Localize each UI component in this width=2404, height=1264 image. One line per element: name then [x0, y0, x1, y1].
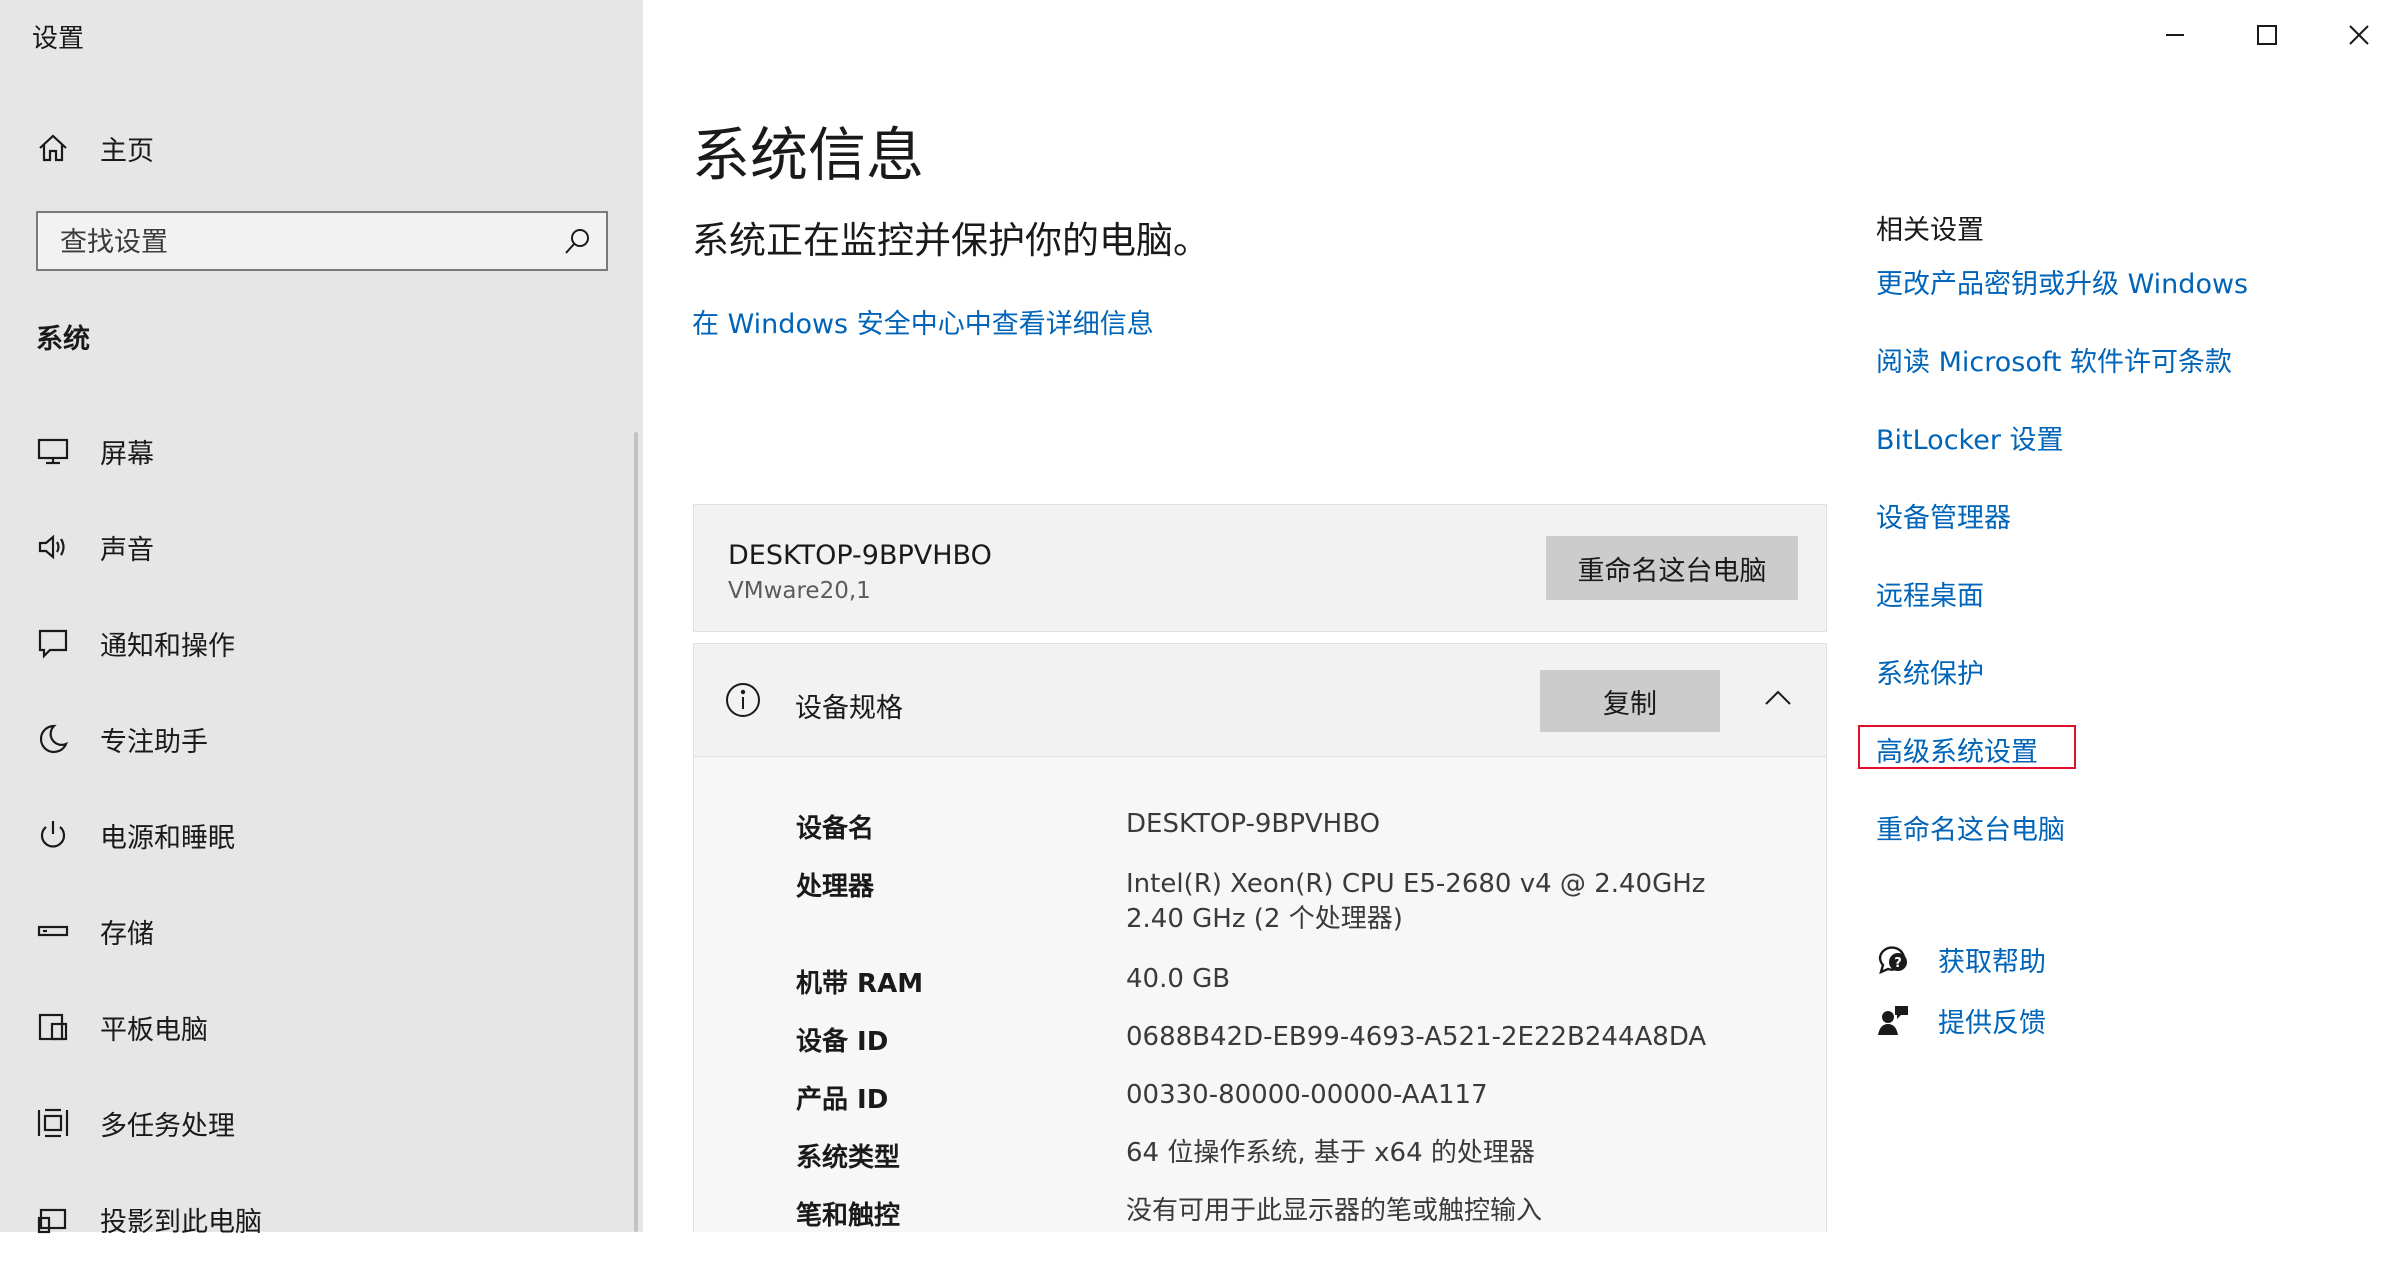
- spec-label-system-type: 系统类型: [796, 1143, 901, 1173]
- sidebar-item-label: 电源和睡眠: [100, 822, 235, 854]
- device-specs-title: 设备规格: [795, 693, 903, 724]
- spec-value-product-id: 00330-80000-00000-AA117: [1126, 1080, 1488, 1110]
- page-subtitle: 系统正在监控并保护你的电脑。: [692, 219, 1210, 262]
- help-icon: ?: [1878, 946, 1907, 975]
- change-product-key-link[interactable]: 更改产品密钥或升级 Windows: [1876, 262, 2248, 301]
- give-feedback-link[interactable]: 提供反馈: [1938, 1001, 2046, 1040]
- copy-button[interactable]: 复制: [1540, 670, 1720, 732]
- spec-value-device-name: DESKTOP-9BPVHBO: [1126, 809, 1381, 839]
- sidebar-scrollbar[interactable]: [634, 432, 638, 1232]
- get-help-row[interactable]: ? 获取帮助: [1876, 942, 2046, 978]
- sidebar-item-notifications[interactable]: 通知和操作: [0, 598, 643, 688]
- spec-value-processor-speed: 2.40 GHz (2 个处理器): [1126, 904, 1403, 934]
- search-input[interactable]: [58, 221, 562, 263]
- spec-label-device-name: 设备名: [796, 814, 875, 844]
- minimize-button[interactable]: [2130, 10, 2220, 60]
- sidebar-item-power[interactable]: 电源和睡眠: [0, 790, 643, 880]
- sidebar-item-home[interactable]: 主页: [0, 103, 643, 193]
- sidebar-item-label: 存储: [100, 918, 154, 950]
- spec-value-device-id: 0688B42D-EB99-4693-A521-2E22B244A8DA: [1126, 1022, 1707, 1052]
- spec-label-device-id: 设备 ID: [796, 1027, 889, 1057]
- sidebar-item-label: 主页: [100, 135, 154, 167]
- chevron-up-icon[interactable]: [1760, 684, 1796, 710]
- get-help-link[interactable]: 获取帮助: [1938, 940, 2046, 979]
- give-feedback-row[interactable]: 提供反馈: [1876, 1003, 2046, 1039]
- moon-icon: [34, 720, 72, 758]
- related-settings-heading: 相关设置: [1876, 215, 1984, 246]
- speaker-icon: [34, 528, 72, 566]
- notification-icon: [34, 624, 72, 662]
- sidebar-item-label: 声音: [100, 534, 154, 566]
- sidebar-item-tablet[interactable]: 平板电脑: [0, 982, 643, 1072]
- rename-pc-link[interactable]: 重命名这台电脑: [1876, 808, 2065, 847]
- sidebar-item-label: 投影到此电脑: [100, 1206, 262, 1238]
- project-icon: [34, 1200, 72, 1238]
- search-icon[interactable]: [562, 227, 592, 257]
- sidebar-item-sound[interactable]: 声音: [0, 502, 643, 592]
- sidebar-item-label: 专注助手: [100, 726, 208, 758]
- sidebar-item-focus-assist[interactable]: 专注助手: [0, 694, 643, 784]
- sidebar-item-storage[interactable]: 存储: [0, 886, 643, 976]
- spec-value-processor: Intel(R) Xeon(R) CPU E5-2680 v4 @ 2.40GH…: [1126, 869, 1706, 899]
- multitask-icon: [34, 1104, 72, 1142]
- page-title: 系统信息: [692, 121, 925, 189]
- pc-model: VMware20,1: [728, 578, 871, 604]
- search-box[interactable]: [36, 211, 608, 271]
- spec-label-processor: 处理器: [796, 872, 875, 902]
- home-icon: [34, 129, 72, 167]
- storage-icon: [34, 912, 72, 950]
- info-icon: [726, 683, 760, 717]
- rename-pc-button[interactable]: 重命名这台电脑: [1546, 536, 1798, 600]
- sidebar-item-label: 多任务处理: [100, 1110, 235, 1142]
- maximize-icon: [2257, 25, 2277, 45]
- security-center-link[interactable]: 在 Windows 安全中心中查看详细信息: [692, 302, 1154, 341]
- highlight-box: [1858, 725, 2076, 769]
- spec-label-product-id: 产品 ID: [796, 1085, 889, 1115]
- power-icon: [34, 816, 72, 854]
- section-heading: 系统: [36, 324, 90, 355]
- remote-desktop-link[interactable]: 远程桌面: [1876, 574, 1984, 613]
- spec-value-system-type: 64 位操作系统, 基于 x64 的处理器: [1126, 1138, 1535, 1168]
- bitlocker-settings-link[interactable]: BitLocker 设置: [1876, 418, 2064, 457]
- close-button[interactable]: [2314, 10, 2404, 60]
- system-protection-link[interactable]: 系统保护: [1876, 652, 1984, 691]
- spec-label-pen-touch: 笔和触控: [796, 1201, 901, 1231]
- spec-value-ram: 40.0 GB: [1126, 964, 1231, 994]
- pc-name: DESKTOP-9BPVHBO: [728, 540, 992, 571]
- window-title: 设置: [32, 24, 85, 54]
- maximize-button[interactable]: [2222, 10, 2312, 60]
- device-manager-link[interactable]: 设备管理器: [1876, 496, 2011, 535]
- sidebar-item-label: 平板电脑: [100, 1014, 208, 1046]
- sidebar-item-label: 通知和操作: [100, 630, 235, 662]
- sidebar-item-multitasking[interactable]: 多任务处理: [0, 1078, 643, 1168]
- sidebar-item-label: 屏幕: [100, 438, 154, 470]
- feedback-icon: [1878, 1006, 1908, 1035]
- spec-value-pen-touch: 没有可用于此显示器的笔或触控输入: [1126, 1196, 1543, 1226]
- close-icon: [2349, 25, 2369, 45]
- spec-label-ram: 机带 RAM: [796, 969, 924, 999]
- sidebar-item-project[interactable]: 投影到此电脑: [0, 1174, 643, 1264]
- tablet-icon: [34, 1008, 72, 1046]
- monitor-icon: [34, 432, 72, 470]
- license-terms-link[interactable]: 阅读 Microsoft 软件许可条款: [1876, 340, 2232, 379]
- sidebar: 设置 主页 系统 屏幕 声音 通知和操作 专注助手: [0, 0, 643, 1238]
- minimize-icon: [2166, 34, 2184, 36]
- sidebar-item-display[interactable]: 屏幕: [0, 406, 643, 496]
- svg-text:?: ?: [1894, 956, 1902, 971]
